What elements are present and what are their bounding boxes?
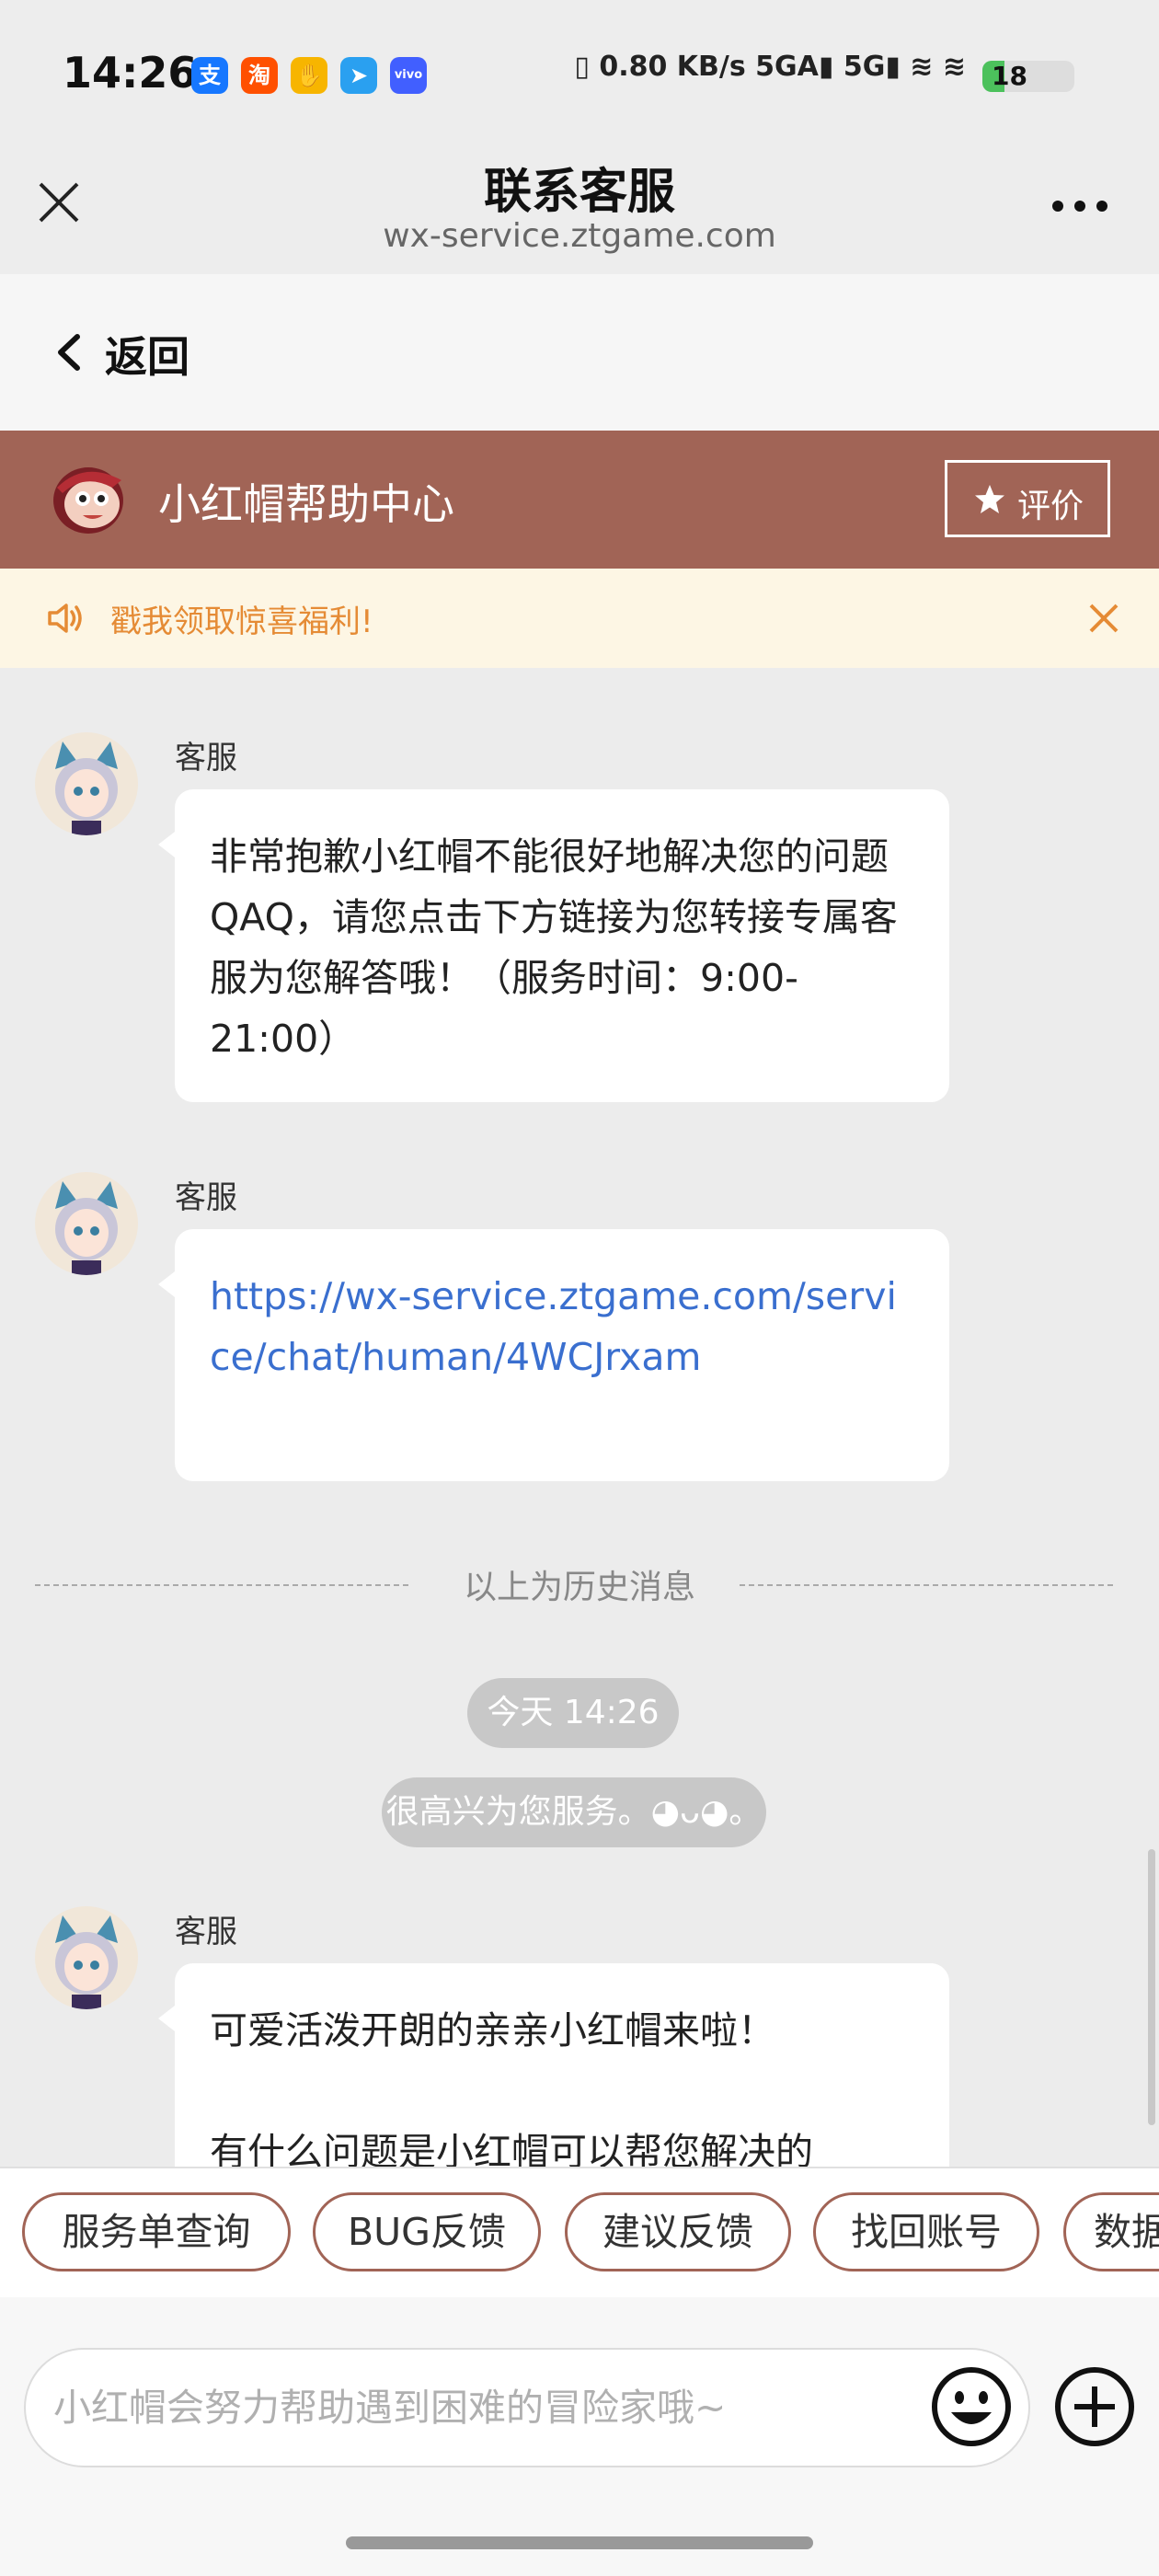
- quick-actions-bar: 服务单查询 BUG反馈 建议反馈 找回账号 数据: [0, 2167, 1159, 2299]
- emoji-icon[interactable]: [929, 2364, 1014, 2449]
- chat-message-bubble: 非常抱歉小红帽不能很好地解决您的问题QAQ，请您点击下方链接为您转接专属客服为您…: [175, 789, 949, 1102]
- speaker-icon: [48, 604, 82, 633]
- sender-name: 客服: [175, 1179, 237, 1216]
- quick-action-suggestion[interactable]: 建议反馈: [565, 2192, 791, 2271]
- divider-line-right: [740, 1584, 1113, 1586]
- chevron-left-icon[interactable]: [52, 331, 85, 374]
- system-message: 很高兴为您服务。◕ᴗ◕。: [382, 1777, 766, 1847]
- close-notice-icon[interactable]: [1085, 600, 1122, 637]
- battery-icon: 18: [982, 61, 1093, 92]
- service-link[interactable]: https://wx-service.ztgame.com/service/ch…: [175, 1229, 949, 1481]
- quick-action-order-query[interactable]: 服务单查询: [22, 2192, 291, 2271]
- chat-scrollbar[interactable]: [1148, 1849, 1155, 2125]
- rate-label: 评价: [1017, 488, 1084, 525]
- sender-name: 客服: [175, 1914, 237, 1950]
- quick-action-recover-account[interactable]: 找回账号: [813, 2192, 1039, 2271]
- page-title: 联系客服: [483, 165, 675, 220]
- timestamp-badge: 今天 14:26: [467, 1678, 679, 1748]
- little-red-hat-logo: [53, 467, 123, 534]
- page-url: wx-service.ztgame.com: [383, 217, 776, 255]
- quick-action-data[interactable]: 数据: [1063, 2192, 1159, 2271]
- bubble-tail: [158, 2006, 175, 2031]
- agent-avatar: [35, 1906, 138, 2009]
- star-icon: [975, 485, 1004, 513]
- vivo-app-icon: vivo: [390, 57, 427, 94]
- home-indicator[interactable]: [346, 2536, 813, 2549]
- taobao-icon: 淘: [241, 57, 278, 94]
- status-time: 14:26: [63, 48, 198, 98]
- fingerprint-app-icon: ✋: [291, 57, 327, 94]
- more-options-icon[interactable]: [1049, 188, 1111, 221]
- notice-text[interactable]: 戳我领取惊喜福利!: [110, 596, 373, 641]
- add-attachment-icon[interactable]: [1052, 2364, 1137, 2449]
- sender-name: 客服: [175, 740, 237, 776]
- message-input[interactable]: [24, 2348, 1030, 2467]
- signal-indicators: ▯ 0.80 KB/s 5GA▮ 5G▮ ≋ ≋: [574, 51, 966, 83]
- agent-avatar: [35, 1172, 138, 1275]
- bubble-tail: [158, 1271, 175, 1297]
- paper-plane-app-icon: ➤: [340, 57, 377, 94]
- rate-button[interactable]: 评价: [945, 460, 1110, 537]
- battery-level: 18: [992, 61, 1027, 91]
- help-center-title: 小红帽帮助中心: [158, 479, 454, 529]
- alipay-icon: 支: [191, 57, 228, 94]
- agent-avatar: [35, 732, 138, 835]
- back-button[interactable]: 返回: [105, 324, 189, 385]
- quick-action-bug-report[interactable]: BUG反馈: [313, 2192, 541, 2271]
- bubble-tail: [158, 832, 175, 857]
